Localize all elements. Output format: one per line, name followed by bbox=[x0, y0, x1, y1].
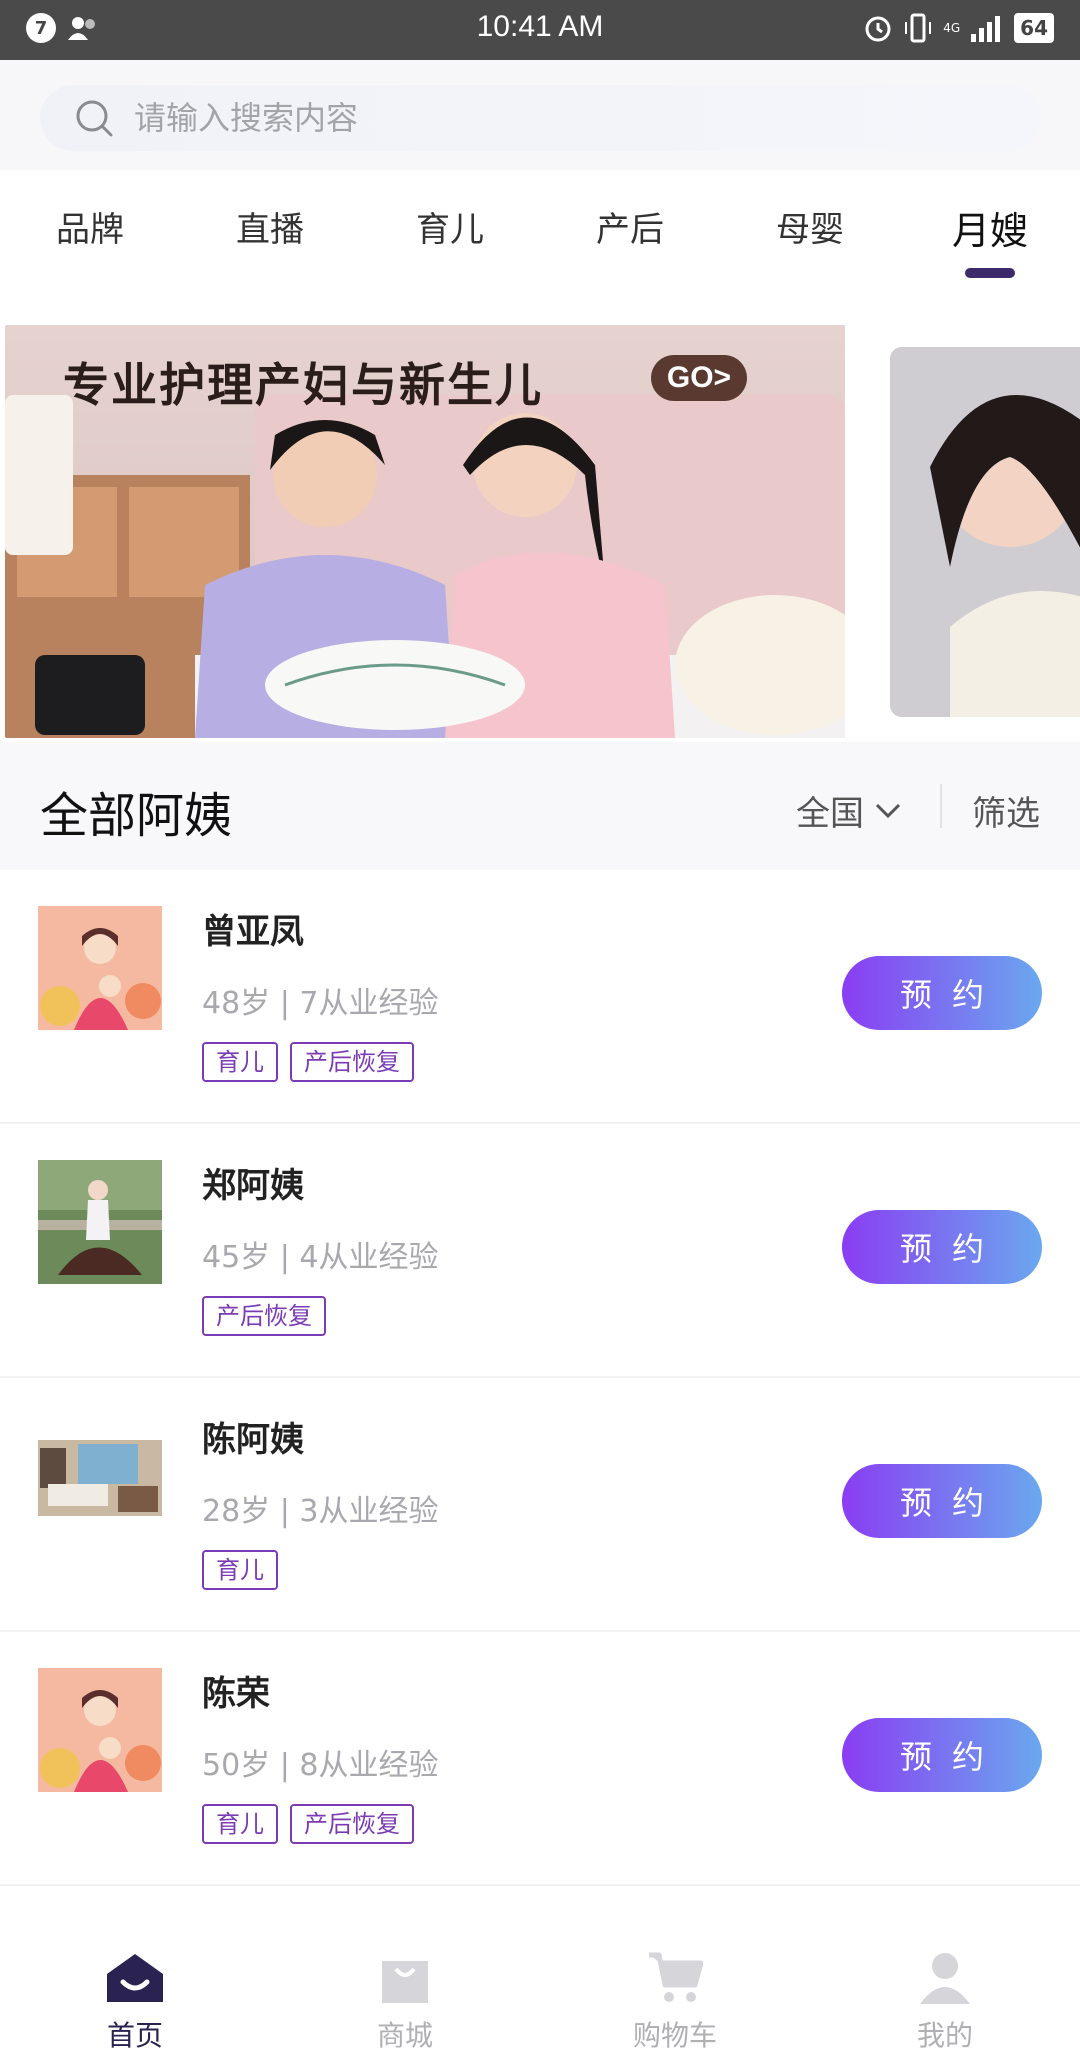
search-icon bbox=[76, 100, 113, 137]
list-item[interactable]: 曾亚凤 48岁 | 7从业经验 育儿 产后恢复 预约 bbox=[0, 870, 1080, 1124]
tab-label: 母婴 bbox=[776, 210, 844, 250]
nanny-age-experience: 50岁 | 8从业经验 bbox=[202, 1748, 439, 1783]
bottom-navigation: 首页 商城 购物车 我的 bbox=[0, 1906, 1080, 2060]
list-item[interactable]: 陈荣 50岁 | 8从业经验 育儿 产后恢复 预约 bbox=[0, 1632, 1080, 1886]
nav-label: 商城 bbox=[376, 2019, 433, 2052]
vibrate-icon bbox=[905, 13, 932, 43]
profile-icon bbox=[920, 1953, 970, 2004]
banner-slide-next[interactable] bbox=[890, 347, 1080, 717]
nav-home[interactable]: 首页 bbox=[0, 1906, 270, 2060]
nanny-name: 郑阿姨 bbox=[202, 1166, 304, 1206]
tab-maternal-infant[interactable]: 母婴 bbox=[720, 170, 900, 280]
status-right: 4G 64 bbox=[863, 12, 1054, 44]
avatar bbox=[38, 1414, 162, 1538]
nanny-name: 曾亚凤 bbox=[202, 912, 304, 952]
banner-slide-main[interactable]: 专业护理产妇与新生儿 GO> bbox=[5, 325, 845, 738]
nanny-name: 陈荣 bbox=[202, 1674, 270, 1714]
avatar-illustration bbox=[38, 906, 162, 1030]
tag-badge: 育儿 bbox=[202, 1042, 278, 1082]
banner-next-photo bbox=[890, 347, 1080, 717]
avatar bbox=[38, 1668, 162, 1792]
tab-label: 育儿 bbox=[416, 210, 484, 250]
tag-badge: 产后恢复 bbox=[202, 1296, 326, 1336]
cart-icon bbox=[649, 1952, 703, 2002]
tab-label: 品牌 bbox=[56, 210, 124, 250]
tab-label: 直播 bbox=[236, 210, 304, 250]
nanny-name: 陈阿姨 bbox=[202, 1420, 304, 1460]
tag-badge: 育儿 bbox=[202, 1804, 278, 1844]
avatar-photo bbox=[38, 1440, 162, 1516]
shopping-bag-icon bbox=[382, 1961, 428, 2003]
region-selector[interactable]: 全国 bbox=[796, 786, 902, 835]
book-button[interactable]: 预约 bbox=[842, 1464, 1042, 1538]
avatar bbox=[38, 906, 162, 1030]
active-tab-indicator bbox=[965, 268, 1015, 278]
tag-badge: 产后恢复 bbox=[290, 1804, 414, 1844]
tab-live[interactable]: 直播 bbox=[180, 170, 360, 280]
banner-title: 专业护理产妇与新生儿 bbox=[63, 358, 543, 412]
nanny-age-experience: 48岁 | 7从业经验 bbox=[202, 986, 439, 1021]
network-type: 4G bbox=[943, 21, 961, 35]
banner-carousel[interactable]: 专业护理产妇与新生儿 GO> bbox=[0, 292, 1080, 742]
nanny-tags: 育儿 bbox=[202, 1550, 278, 1590]
nanny-list-header: 全部阿姨 全国 筛选 bbox=[0, 742, 1080, 870]
chevron-down-icon bbox=[875, 803, 901, 818]
nav-label: 购物车 bbox=[632, 2019, 717, 2052]
nanny-list: 曾亚凤 48岁 | 7从业经验 育儿 产后恢复 预约 郑阿姨 45岁 | 4从业… bbox=[0, 870, 1080, 1886]
tab-parenting[interactable]: 育儿 bbox=[360, 170, 540, 280]
list-item[interactable]: 郑阿姨 45岁 | 4从业经验 产后恢复 预约 bbox=[0, 1124, 1080, 1378]
avatar bbox=[38, 1160, 162, 1284]
nav-mine[interactable]: 我的 bbox=[810, 1906, 1080, 2060]
status-bar: 7 10:41 AM 4G 64 bbox=[0, 0, 1080, 60]
search-area bbox=[0, 60, 1080, 170]
nav-label: 我的 bbox=[916, 2019, 973, 2052]
nav-label: 首页 bbox=[106, 2019, 163, 2052]
book-button[interactable]: 预约 bbox=[842, 956, 1042, 1030]
search-input[interactable] bbox=[134, 99, 934, 137]
filter-button[interactable]: 筛选 bbox=[972, 786, 1040, 835]
signal-icon bbox=[971, 16, 1001, 42]
battery-indicator: 64 bbox=[1014, 13, 1054, 43]
search-bar[interactable] bbox=[40, 85, 1040, 151]
region-label: 全国 bbox=[796, 794, 864, 834]
header-divider bbox=[940, 784, 942, 828]
home-icon bbox=[107, 1954, 163, 2002]
tab-brand[interactable]: 品牌 bbox=[0, 170, 180, 280]
avatar-illustration bbox=[38, 1668, 162, 1792]
nanny-age-experience: 28岁 | 3从业经验 bbox=[202, 1494, 439, 1529]
alarm-icon bbox=[865, 16, 891, 42]
book-button[interactable]: 预约 bbox=[842, 1718, 1042, 1792]
banner-go-button[interactable]: GO> bbox=[651, 355, 747, 401]
tag-badge: 育儿 bbox=[202, 1550, 278, 1590]
tab-label: 产后 bbox=[596, 210, 664, 250]
nanny-tags: 育儿 产后恢复 bbox=[202, 1042, 414, 1082]
section-title: 全部阿姨 bbox=[40, 788, 233, 844]
book-button[interactable]: 预约 bbox=[842, 1210, 1042, 1284]
category-tabs: 品牌 直播 育儿 产后 母婴 月嫂 bbox=[0, 170, 1080, 280]
nanny-tags: 育儿 产后恢复 bbox=[202, 1804, 414, 1844]
nav-mall[interactable]: 商城 bbox=[270, 1906, 540, 2060]
nanny-tags: 产后恢复 bbox=[202, 1296, 326, 1336]
tab-label: 月嫂 bbox=[951, 209, 1028, 253]
nanny-age-experience: 45岁 | 4从业经验 bbox=[202, 1240, 439, 1275]
nav-cart[interactable]: 购物车 bbox=[540, 1906, 810, 2060]
avatar-photo bbox=[38, 1160, 162, 1284]
tag-badge: 产后恢复 bbox=[290, 1042, 414, 1082]
list-item[interactable]: 陈阿姨 28岁 | 3从业经验 育儿 预约 bbox=[0, 1378, 1080, 1632]
tab-maternity-nanny[interactable]: 月嫂 bbox=[900, 170, 1080, 280]
tab-postpartum[interactable]: 产后 bbox=[540, 170, 720, 280]
